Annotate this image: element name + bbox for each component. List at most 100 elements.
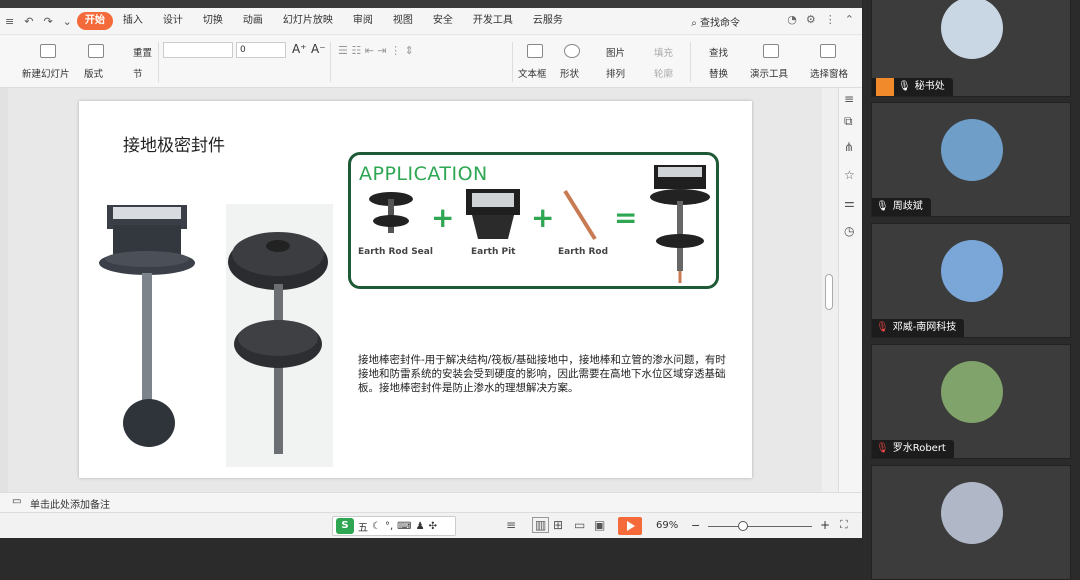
zoom-out-icon[interactable]: − [691,519,700,532]
font-name-field[interactable] [163,42,233,58]
present-tools-icon[interactable] [763,44,779,58]
select-pane-button[interactable]: 选择窗格 [810,66,848,80]
participant-name-tag: 🎙 周歧斌 [872,198,931,216]
collapse-icon[interactable]: ⌃ [845,13,854,26]
tab-security[interactable]: 安全 [423,12,463,30]
font-size-field[interactable]: 0 [236,42,286,58]
arrange-button[interactable]: 排列 [606,66,625,80]
replace-button[interactable]: 替换 [709,66,728,80]
tab-review[interactable]: 审阅 [343,12,383,30]
shrink-font-icon[interactable]: A⁻ [311,42,326,56]
redo-icon[interactable]: ↷ [38,15,57,28]
normal-view-icon[interactable]: ▥ [532,517,550,533]
outline-button[interactable]: 轮廓 [654,66,673,80]
notes-icon: ▭ [12,496,22,507]
zoom-level[interactable]: 69% [656,520,678,531]
notes-placeholder[interactable]: 单击此处添加备注 [30,496,110,511]
share-icon[interactable]: ⋔ [844,140,854,154]
fill-button[interactable]: 填充 [654,45,673,59]
reset-button[interactable]: 重置 [133,45,152,59]
notes-toggle-icon[interactable]: ≡ [506,518,516,532]
section-button[interactable]: 节 [133,66,143,80]
zoom-slider-knob[interactable] [738,521,748,531]
divider [690,42,691,82]
tab-developer[interactable]: 开发工具 [463,12,523,30]
fit-window-icon[interactable]: ⛶ [840,518,848,532]
layout-button[interactable]: 版式 [84,66,103,80]
grid-icon[interactable]: ✣ [429,521,437,532]
input-method-bar[interactable]: S 五 ☾ °, ⌨ ♟ ✣ [332,516,456,536]
paragraph-icons[interactable]: ☰ ☷ ⇤ ⇥ ⋮ ⇕ [338,44,414,57]
grow-font-icon[interactable]: A⁺ [292,42,307,56]
participant-name-tag: 🎙 秘书处 [872,78,953,96]
avatar [941,240,1003,302]
ribbon: 新建幻灯片 版式 重置 节 0 A⁺ A⁻ B I U S X² X₂ A ◇ … [0,36,862,112]
current-slide[interactable]: 接地极密封件 APPLICATION Earth Rod Seal + Eart… [79,101,752,478]
dropdown-icon[interactable]: ⌄ [58,15,77,28]
participant-tile[interactable]: 🎙 邓威-南网科技 [871,223,1071,338]
participant-tile[interactable] [871,465,1071,580]
thumbnail-pane-collapsed[interactable] [0,88,8,492]
scrollbar-thumb[interactable] [825,274,833,310]
play-slideshow-button[interactable] [618,517,642,535]
select-pane-icon[interactable] [820,44,836,58]
shape-button[interactable]: 形状 [560,66,579,80]
sliders-icon[interactable]: ⚌ [844,196,855,210]
right-task-pane: ≡ ⧉ ⋔ ☆ ⚌ ◷ [838,88,862,492]
new-slide-icon[interactable] [40,44,56,58]
participant-name: 秘书处 [914,81,945,92]
new-slide-button[interactable]: 新建幻灯片 [22,66,70,80]
tab-animation[interactable]: 动画 [233,12,273,30]
assembled-seal-icon [650,165,710,283]
window-tools: ◔ ⚙ ⋮ ⌃ [787,13,854,26]
find-button[interactable]: 查找 [709,45,728,59]
keyboard-icon[interactable]: ⌨ [397,521,411,532]
zoom-in-icon[interactable]: + [820,518,830,532]
tab-transition[interactable]: 切换 [193,12,233,30]
picture-button[interactable]: 图片 [606,45,625,59]
tab-home[interactable]: 开始 [76,12,113,30]
more-icon[interactable]: ⋮ [825,13,836,26]
present-tools-button[interactable]: 演示工具 [750,66,788,80]
sogou-logo-icon: S [336,518,354,534]
history-icon[interactable]: ◷ [844,224,854,238]
menu-icon[interactable]: ≡ [0,15,19,28]
avatar [941,361,1003,423]
divider [512,42,513,82]
participant-tile[interactable]: 🎙 罗水Robert [871,344,1071,459]
tab-cloud[interactable]: 云服务 [523,12,573,30]
tab-view[interactable]: 视图 [383,12,423,30]
application-diagram: APPLICATION Earth Rod Seal + Earth Pit +… [348,152,719,289]
textbox-button[interactable]: 文本框 [518,66,547,80]
undo-icon[interactable]: ↶ [19,15,38,28]
moon-icon[interactable]: ☾ [372,521,381,532]
help-icon[interactable]: ◔ [787,13,797,26]
tab-slideshow[interactable]: 幻灯片放映 [273,12,343,30]
panel-collapse-icon[interactable]: ≡ [844,92,854,106]
plus-icon: + [531,201,555,234]
reading-view-icon[interactable]: ▭ [574,518,585,532]
tab-design[interactable]: 设计 [153,12,193,30]
earth-pit-with-rod-photo [99,205,195,447]
ime-mode[interactable]: 五 [358,519,368,534]
participant-tile[interactable]: 🎙 秘书处 [871,0,1071,97]
textbox-icon[interactable] [527,44,543,58]
search-command[interactable]: ⌕ 查找命令 [691,14,740,29]
settings-icon[interactable]: ⚙ [806,13,816,26]
shape-icon[interactable] [564,44,580,58]
zoom-slider-track[interactable] [708,526,812,527]
notes-bar[interactable]: ▭ 单击此处添加备注 [0,492,862,512]
avatar [941,0,1003,59]
presenter-view-icon[interactable]: ▣ [594,518,605,532]
user-icon[interactable]: ♟ [416,521,425,532]
sorter-view-icon[interactable]: ⊞ [553,518,563,532]
earth-rod-icon [563,189,597,241]
layout-icon[interactable] [88,44,104,58]
copy-icon[interactable]: ⧉ [844,114,853,129]
earth-pit-icon [466,189,520,239]
tab-insert[interactable]: 插入 [113,12,153,30]
star-icon[interactable]: ☆ [844,168,855,182]
participant-tile[interactable]: 🎙 周歧斌 [871,102,1071,217]
avatar [941,119,1003,181]
punctuation-icon[interactable]: °, [385,521,393,532]
